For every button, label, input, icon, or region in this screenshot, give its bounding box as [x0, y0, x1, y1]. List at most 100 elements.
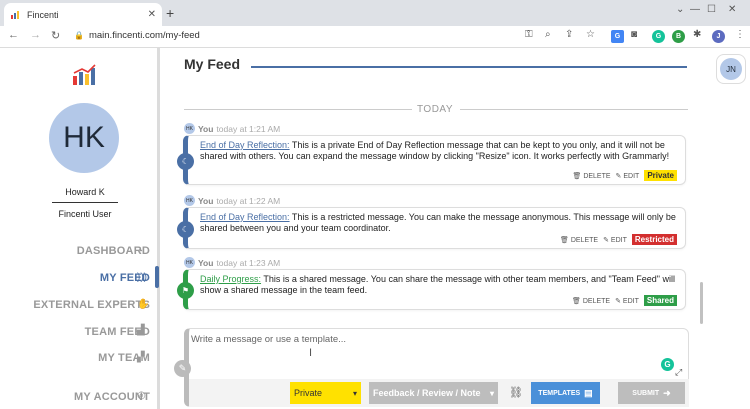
close-window-icon[interactable]: ✕ — [728, 4, 736, 15]
message-avatar: HK — [184, 195, 195, 206]
grammarly-icon[interactable]: G — [661, 358, 674, 371]
chart-icon: ▟ — [137, 325, 145, 336]
message-meta: HK You today at 1:22 AM — [184, 195, 280, 206]
submit-button[interactable]: SUBMIT ➜ — [618, 382, 685, 404]
message-card-shared: ⚑ Daily Progress: This is a shared messa… — [177, 269, 686, 310]
close-tab-icon[interactable]: ✕ — [148, 9, 156, 20]
message-body: End of Day Reflection: This is a restric… — [200, 212, 677, 234]
message-author: You — [198, 195, 214, 206]
user-role: Fincenti User — [58, 209, 112, 219]
message-category-link[interactable]: End of Day Reflection: — [200, 212, 290, 222]
message-time: today at 1:23 AM — [216, 257, 281, 268]
back-icon[interactable]: ← — [8, 29, 19, 41]
forward-icon[interactable]: → — [30, 29, 41, 41]
link-icon[interactable]: ⛓ — [509, 386, 523, 399]
title-underline — [251, 66, 687, 68]
maximize-icon[interactable]: ☐ — [707, 4, 716, 15]
message-body: Daily Progress: This is a shared message… — [200, 274, 677, 296]
document-icon: ▤ — [584, 387, 593, 398]
message-avatar: HK — [184, 257, 195, 268]
header-user-button[interactable]: JN — [716, 54, 746, 84]
reflection-icon: ☾ — [177, 221, 194, 238]
message-actions: 🗑 DELETE ✎ EDIT Shared — [572, 295, 677, 306]
rss-icon: ))) — [137, 272, 147, 283]
minimize-icon[interactable]: — — [690, 4, 700, 15]
profile-avatar[interactable]: J — [712, 30, 725, 43]
user-circle-icon: ◎ — [137, 390, 146, 401]
message-category-link[interactable]: Daily Progress: — [200, 274, 261, 284]
edit-button[interactable]: ✎ EDIT — [603, 236, 627, 244]
star-icon[interactable]: ☆ — [586, 29, 595, 40]
url-field[interactable]: 🔒 main.fincenti.com/my-feed — [74, 30, 200, 41]
fincenti-favicon-icon — [11, 11, 19, 19]
message-time: today at 1:21 AM — [216, 123, 281, 134]
handshake-icon: ✋ — [137, 299, 150, 310]
grammarly-icon[interactable]: G — [652, 30, 665, 43]
privacy-value: Private — [294, 388, 323, 398]
gauge-icon: ◔ — [137, 246, 144, 257]
reflection-icon: ☾ — [177, 153, 194, 170]
message-text: This is a shared message. You can share … — [200, 274, 675, 295]
new-tab-icon[interactable]: + — [166, 5, 174, 21]
privacy-select[interactable]: Private ▾ — [290, 382, 361, 404]
message-card-restricted: ☾ End of Day Reflection: This is a restr… — [177, 207, 686, 249]
message-actions: 🗑 DELETE ✎ EDIT Private — [572, 170, 677, 181]
pen-icon: ✎ — [174, 360, 191, 377]
message-type-select[interactable]: Feedback / Review / Note ▾ — [369, 382, 498, 404]
browser-tab-title: Fincenti — [27, 9, 59, 20]
user-name: Howard K — [65, 187, 105, 197]
message-author: You — [198, 257, 214, 268]
browser-tab[interactable]: Fincenti ✕ — [4, 3, 162, 26]
progress-icon: ⚑ — [177, 282, 194, 299]
camera-icon[interactable]: ◙ — [631, 29, 637, 40]
edit-button[interactable]: ✎ EDIT — [616, 172, 640, 180]
url-text: main.fincenti.com/my-feed — [88, 30, 200, 41]
chevron-down-icon[interactable]: ⌄ — [676, 4, 684, 15]
message-type-value: Feedback / Review / Note — [373, 388, 481, 398]
zoom-icon[interactable]: ⌕ — [545, 29, 551, 40]
message-meta: HK You today at 1:23 AM — [184, 257, 280, 268]
message-avatar: HK — [184, 123, 195, 134]
templates-label: TEMPLATES — [538, 389, 581, 397]
sidebar-active-indicator — [155, 266, 159, 288]
header-user-avatar: JN — [720, 58, 742, 80]
delete-button[interactable]: 🗑 DELETE — [560, 236, 598, 244]
message-card-private: ☾ End of Day Reflection: This is a priva… — [177, 135, 686, 185]
chevron-down-icon: ▾ — [489, 388, 494, 398]
main-scrollbar[interactable] — [700, 282, 703, 324]
day-divider-left — [184, 109, 412, 110]
chevron-down-icon: ▾ — [352, 388, 357, 398]
message-actions: 🗑 DELETE ✎ EDIT Restricted — [560, 234, 677, 245]
fincenti-logo-icon — [73, 64, 96, 85]
address-bar: ← → ↻ 🔒 main.fincenti.com/my-feed ⚿ ⌕ ⇪ … — [0, 26, 750, 48]
menu-dots-icon[interactable]: ⋮ — [735, 29, 745, 40]
puzzle-icon[interactable]: ✱ — [693, 29, 701, 40]
team-icon: ▞ — [137, 352, 145, 363]
browser-tab-bar: Fincenti ✕ + ⌄ — ☐ ✕ — [0, 0, 750, 26]
delete-button[interactable]: 🗑 DELETE — [572, 297, 610, 305]
page-title: My Feed — [184, 56, 241, 72]
day-divider-right — [460, 109, 688, 110]
message-input[interactable] — [191, 334, 651, 374]
arrow-right-icon: ➜ — [663, 387, 671, 398]
key-icon[interactable]: ⚿ — [525, 29, 533, 40]
sidebar-scrollbar[interactable] — [157, 48, 160, 409]
templates-button[interactable]: TEMPLATES ▤ — [531, 382, 600, 404]
reload-icon[interactable]: ↻ — [51, 29, 60, 42]
lock-icon: 🔒 — [74, 31, 84, 40]
user-divider — [52, 202, 118, 203]
sidebar-item-external-experts[interactable]: EXTERNAL EXPERTS — [33, 299, 150, 311]
message-body: End of Day Reflection: This is a private… — [200, 140, 677, 162]
edit-button[interactable]: ✎ EDIT — [615, 297, 639, 305]
translate-icon[interactable]: G — [611, 30, 624, 43]
user-avatar[interactable]: HK — [49, 103, 119, 173]
resize-icon[interactable]: ⤢ — [675, 367, 682, 378]
status-badge: Private — [644, 170, 677, 181]
share-icon[interactable]: ⇪ — [565, 29, 573, 40]
delete-button[interactable]: 🗑 DELETE — [572, 172, 610, 180]
message-category-link[interactable]: End of Day Reflection: — [200, 140, 290, 150]
green-extension-icon[interactable]: B — [672, 30, 685, 43]
message-time: today at 1:22 AM — [216, 195, 281, 206]
submit-label: SUBMIT — [632, 389, 660, 397]
day-label: TODAY — [417, 104, 454, 115]
